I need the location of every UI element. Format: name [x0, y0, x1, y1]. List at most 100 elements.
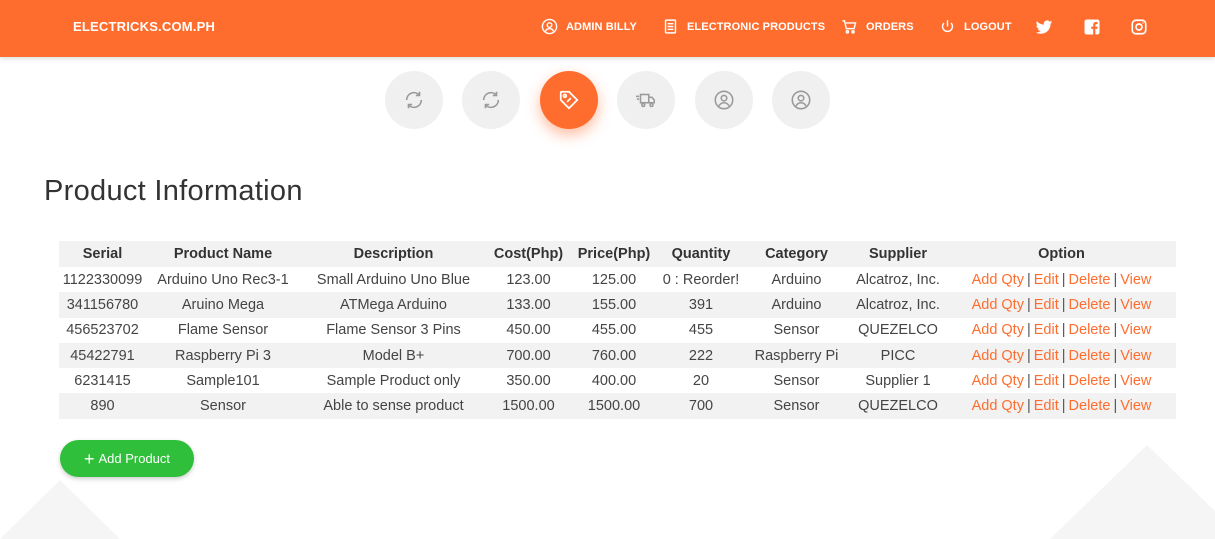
category-cell: Raspberry Pi: [744, 342, 849, 369]
nav-electronic-products-link[interactable]: ELECTRONIC PRODUCTS: [662, 18, 825, 35]
delete-link[interactable]: Delete: [1069, 398, 1111, 414]
delete-link[interactable]: Delete: [1069, 297, 1111, 313]
cost-cell: 133.00: [487, 292, 570, 318]
cost-cell: 1500.00: [487, 393, 570, 419]
product-name-cell: Sensor: [146, 393, 300, 419]
twitter-icon[interactable]: [1035, 18, 1053, 36]
decorative-triangle-right: [1050, 445, 1215, 539]
price-cell: 400.00: [570, 368, 658, 394]
add-product-label: Add Product: [98, 451, 171, 466]
add-product-button[interactable]: + Add Product: [60, 440, 194, 477]
column-header: Option: [947, 241, 1176, 267]
nav-orders-link[interactable]: ORDERS: [841, 18, 914, 35]
option-separator: |: [1061, 398, 1066, 415]
brand-logo[interactable]: ELECTRICKS.COM.PH: [73, 19, 215, 34]
delete-link[interactable]: Delete: [1069, 322, 1111, 338]
description-cell: Model B+: [300, 342, 487, 369]
products-tag-button[interactable]: [540, 71, 598, 129]
instagram-icon[interactable]: [1130, 18, 1148, 36]
supplier-cell: PICC: [849, 342, 947, 369]
column-header: Quantity: [658, 241, 744, 267]
power-icon: [941, 20, 954, 33]
view-link[interactable]: View: [1120, 297, 1151, 313]
column-header: Serial: [59, 241, 146, 267]
option-separator: |: [1113, 372, 1118, 389]
delete-link[interactable]: Delete: [1069, 373, 1111, 389]
nav-admin-label: ADMIN BILLY: [566, 20, 637, 33]
add-qty-link[interactable]: Add Qty: [972, 398, 1024, 414]
category-cell: Arduino: [744, 267, 849, 293]
view-link[interactable]: View: [1120, 348, 1151, 364]
refresh-button-2[interactable]: [462, 71, 520, 129]
description-cell: Flame Sensor 3 Pins: [300, 317, 487, 343]
option-separator: |: [1113, 271, 1118, 288]
option-separator: |: [1113, 398, 1118, 415]
table-body: 1122330099 Arduino Uno Rec3-1 Small Arduin…: [59, 267, 1176, 419]
refresh-icon: [482, 91, 500, 109]
serial-cell: 341156780: [59, 292, 146, 318]
top-navbar: ELECTRICKS.COM.PH ADMIN BILLY ELECTRONIC…: [0, 0, 1215, 57]
add-qty-link[interactable]: Add Qty: [972, 348, 1024, 364]
quantity-cell: 20: [658, 368, 744, 394]
supplier-cell: QUEZELCO: [849, 393, 947, 419]
view-link[interactable]: View: [1120, 322, 1151, 338]
quantity-cell: 0 : Reorder!: [658, 267, 744, 293]
delete-link[interactable]: Delete: [1069, 348, 1111, 364]
category-cell: Sensor: [744, 317, 849, 343]
option-separator: |: [1026, 398, 1031, 415]
cost-cell: 450.00: [487, 317, 570, 343]
edit-link[interactable]: Edit: [1034, 348, 1059, 364]
delete-link[interactable]: Delete: [1069, 272, 1111, 288]
refresh-icon: [405, 91, 423, 109]
option-separator: |: [1061, 372, 1066, 389]
option-cell: Add Qty | Edit | Delete | View: [947, 368, 1176, 394]
refresh-button-1[interactable]: [385, 71, 443, 129]
option-separator: |: [1026, 372, 1031, 389]
product-name-cell: Sample101: [146, 368, 300, 394]
option-cell: Add Qty | Edit | Delete | View: [947, 292, 1176, 318]
table-row: 45422791 Raspberry Pi 3 Model B+ 700.00 760.…: [59, 342, 1176, 369]
add-qty-link[interactable]: Add Qty: [972, 373, 1024, 389]
product-name-cell: Aruino Mega: [146, 292, 300, 318]
edit-link[interactable]: Edit: [1034, 322, 1059, 338]
table-row: 1122330099 Arduino Uno Rec3-1 Small Arduin…: [59, 267, 1176, 293]
category-cell: Sensor: [744, 368, 849, 394]
option-separator: |: [1061, 347, 1066, 364]
add-qty-link[interactable]: Add Qty: [972, 322, 1024, 338]
view-link[interactable]: View: [1120, 272, 1151, 288]
nav-admin-link[interactable]: ADMIN BILLY: [541, 18, 637, 35]
option-separator: |: [1061, 322, 1066, 339]
edit-link[interactable]: Edit: [1034, 373, 1059, 389]
option-separator: |: [1061, 296, 1066, 313]
quantity-cell: 455: [658, 317, 744, 343]
edit-link[interactable]: Edit: [1034, 272, 1059, 288]
serial-cell: 1122330099: [59, 267, 146, 293]
category-cell: Sensor: [744, 393, 849, 419]
edit-link[interactable]: Edit: [1034, 398, 1059, 414]
document-icon: [664, 19, 677, 34]
option-separator: |: [1026, 271, 1031, 288]
delivery-button[interactable]: [617, 71, 675, 129]
price-cell: 455.00: [570, 317, 658, 343]
supplier-cell: QUEZELCO: [849, 317, 947, 343]
facebook-icon[interactable]: [1083, 18, 1101, 36]
category-cell: Arduino: [744, 292, 849, 318]
view-link[interactable]: View: [1120, 373, 1151, 389]
user-button-1[interactable]: [695, 71, 753, 129]
quantity-cell: 700: [658, 393, 744, 419]
quantity-cell: 391: [658, 292, 744, 318]
add-qty-link[interactable]: Add Qty: [972, 297, 1024, 313]
table-row: 341156780 Aruino Mega ATMega Arduino 133.00…: [59, 292, 1176, 318]
option-cell: Add Qty | Edit | Delete | View: [947, 317, 1176, 343]
nav-logout-link[interactable]: LOGOUT: [939, 18, 1012, 35]
price-cell: 125.00: [570, 267, 658, 293]
serial-cell: 45422791: [59, 342, 146, 369]
serial-cell: 890: [59, 393, 146, 419]
add-qty-link[interactable]: Add Qty: [972, 272, 1024, 288]
view-link[interactable]: View: [1120, 398, 1151, 414]
column-header: Category: [744, 241, 849, 267]
user-button-2[interactable]: [772, 71, 830, 129]
edit-link[interactable]: Edit: [1034, 297, 1059, 313]
tag-icon: [559, 90, 579, 110]
products-table: Serial Product Name Description Cost(Php…: [59, 241, 1176, 419]
